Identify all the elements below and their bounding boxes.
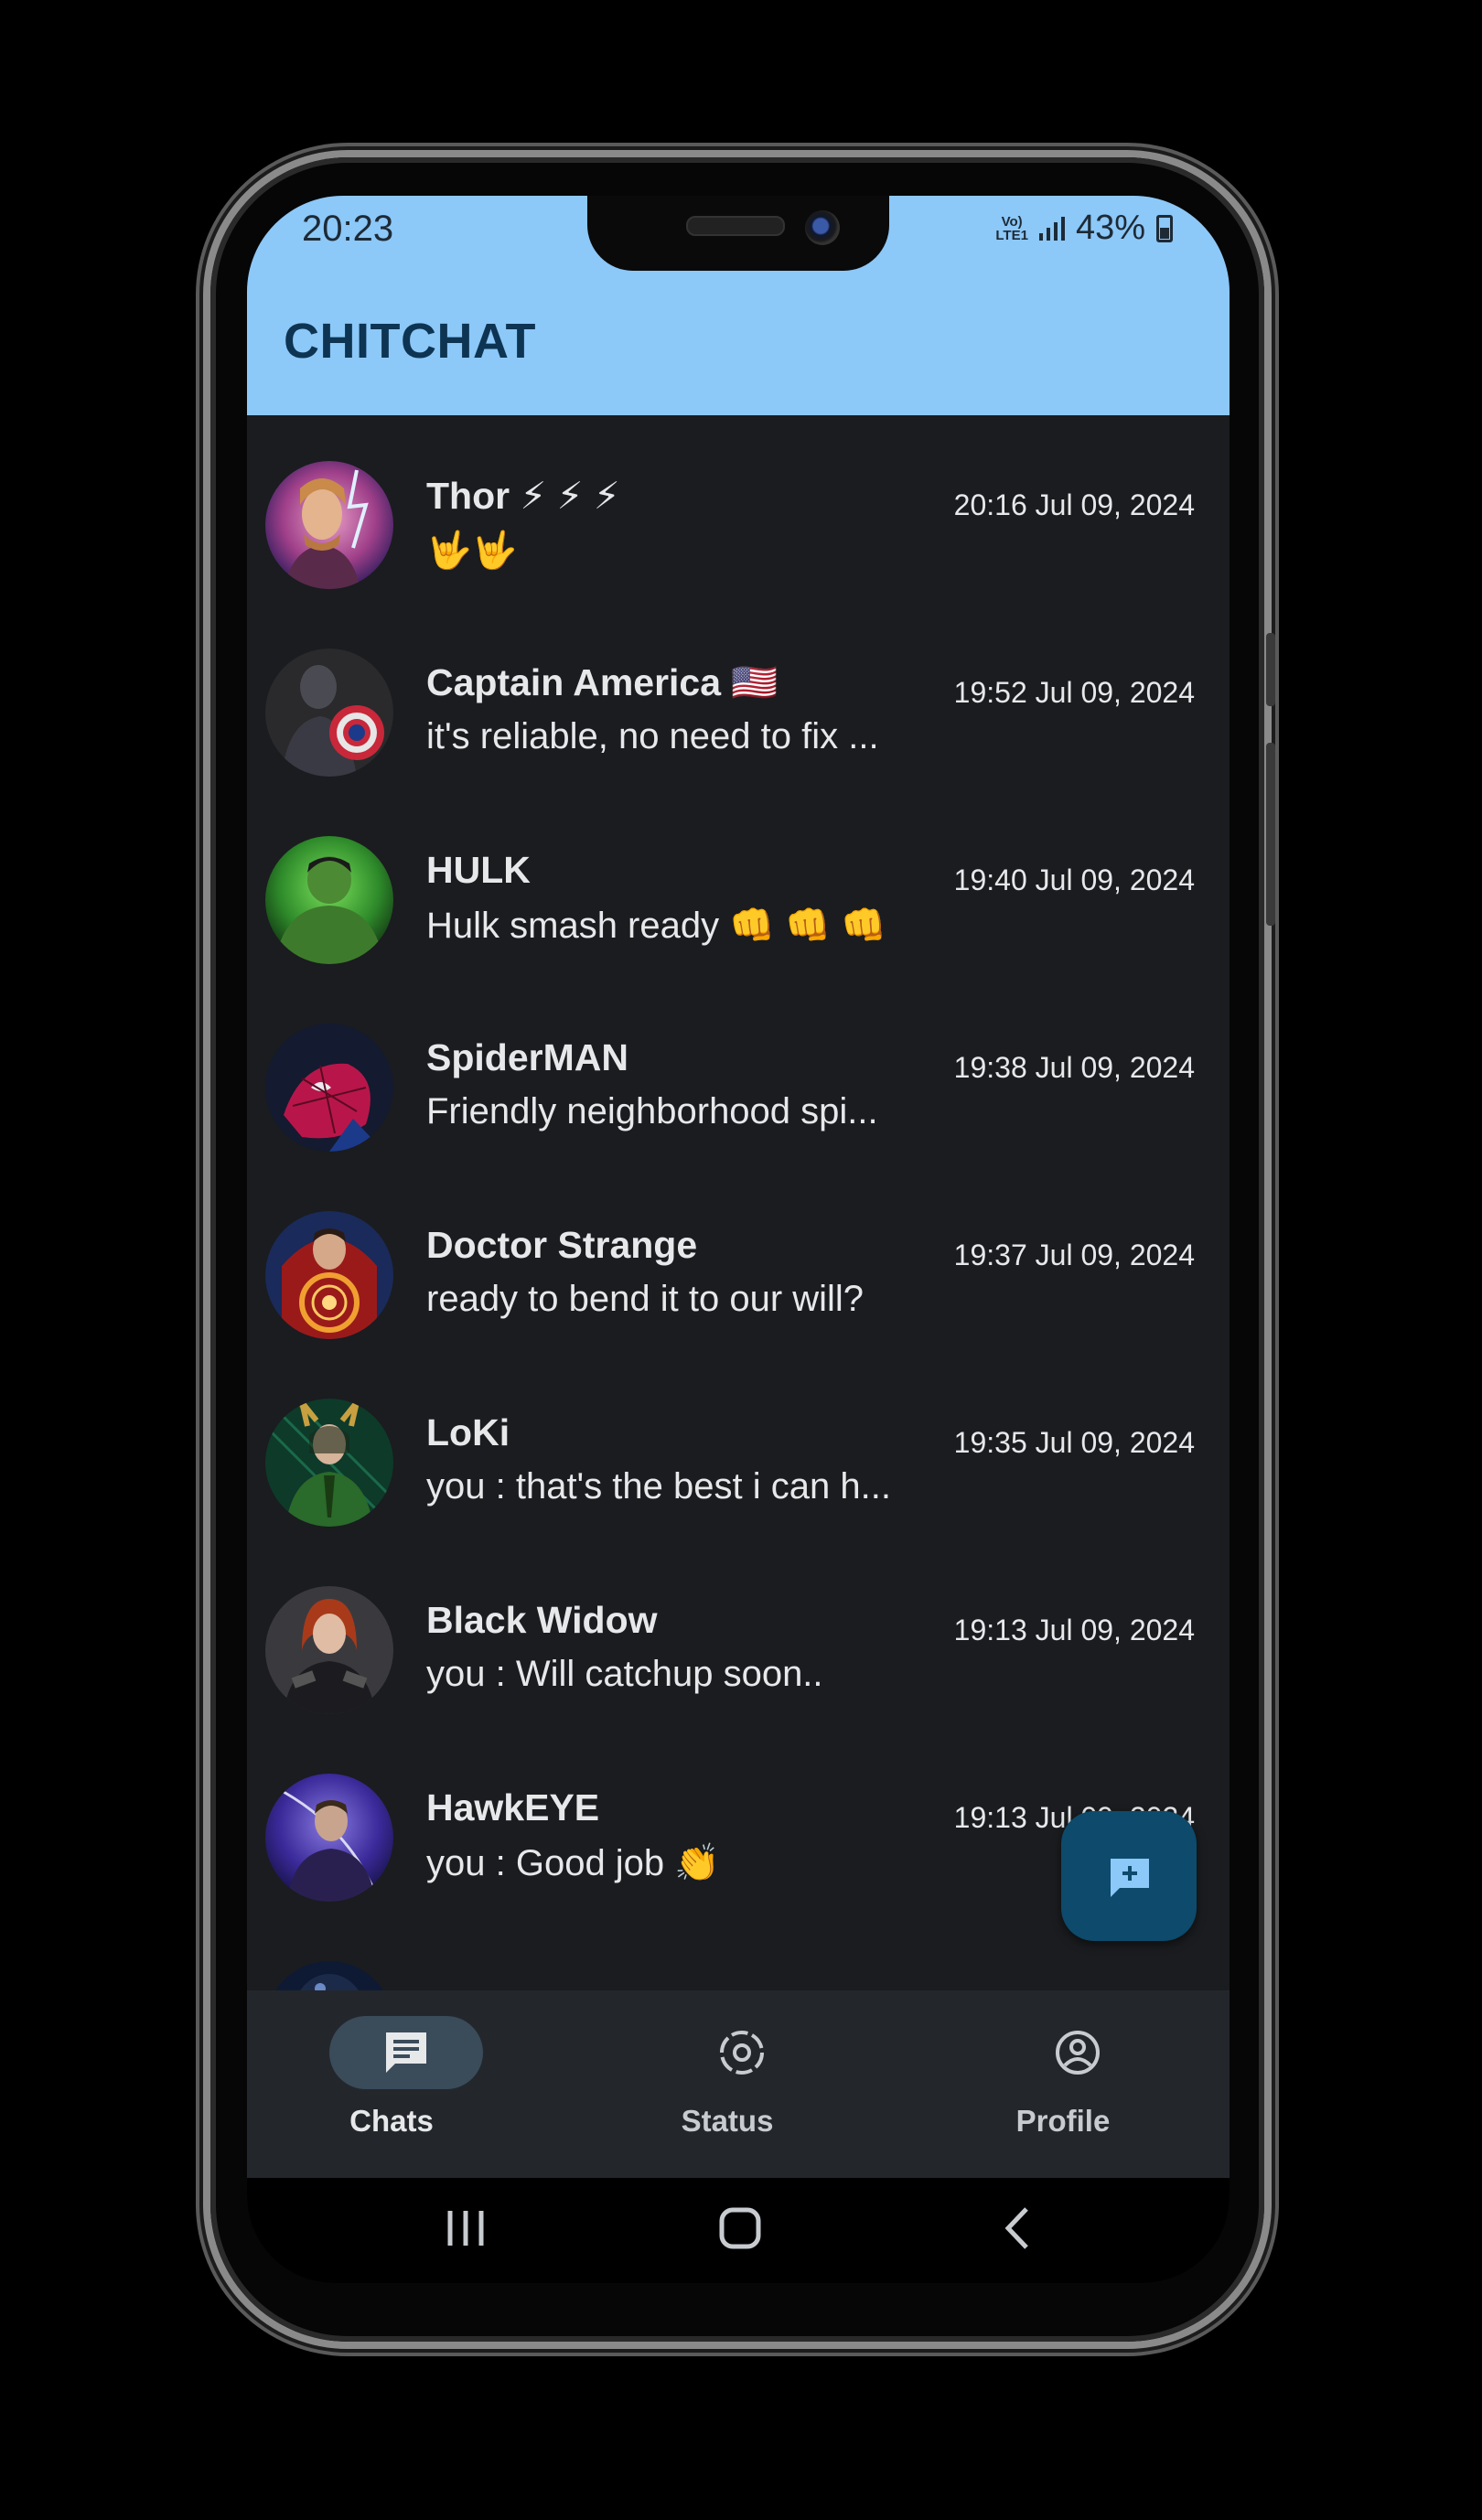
chat-name: Doctor Strange [426,1224,698,1266]
chat-timestamp: 19:35 Jul 09, 2024 [953,1426,1195,1459]
screen: 20:23 Vo) LTE1 43% CHITCHAT Thor ⚡ ⚡ ⚡ 🤟… [247,196,1230,2283]
battery-icon [1156,214,1173,242]
spiderman-avatar [265,1024,393,1152]
chat-last-message: Friendly neighborhood spi... [426,1091,878,1131]
chat-timestamp: 19:37 Jul 09, 2024 [953,1239,1195,1271]
chat-row-spiderman[interactable]: SpiderMAN Friendly neighborhood spi... 1… [247,978,1230,1165]
chat-last-message: you : that's the best i can h... [426,1466,891,1507]
chat-last-message: 🤟🤟 [426,531,518,571]
chat-name: SpiderMAN [426,1036,628,1078]
chat-icon [386,2032,426,2073]
recents-icon[interactable] [443,2205,489,2251]
chat-row-loki[interactable]: LoKi you : that's the best i can h... 19… [247,1353,1230,1540]
chat-name: HawkEYE [426,1786,600,1828]
chat-timestamp: 19:38 Jul 09, 2024 [953,1051,1195,1084]
status-time: 20:23 [302,209,394,249]
doctor-strange-avatar [265,1211,393,1339]
chat-timestamp: 19:40 Jul 09, 2024 [953,863,1195,896]
profile-icon [1056,2031,1100,2075]
chat-row-doctor-strange[interactable]: Doctor Strange ready to bend it to our w… [247,1165,1230,1353]
black-widow-avatar [265,1586,393,1714]
battery-percent: 43% [1075,209,1145,247]
chat-last-message: you : Will catchup soon.. [426,1654,823,1694]
speaker-grille [686,216,785,236]
front-camera [805,210,840,245]
nav-status-label: Status [681,2104,774,2138]
new-chat-button[interactable] [1061,1811,1197,1941]
chat-last-message: you : Good job 👏 [426,1843,721,1883]
back-icon[interactable] [995,2205,1041,2251]
nav-status[interactable]: Status [618,2016,837,2162]
phone-frame: 20:23 Vo) LTE1 43% CHITCHAT Thor ⚡ ⚡ ⚡ 🤟… [210,157,1275,2342]
chat-last-message: it's reliable, no need to fix ... [426,716,879,756]
status-icon [720,2031,764,2075]
nav-profile[interactable]: Profile [953,2016,1173,2162]
volte-indicator: Vo) LTE1 [995,213,1028,243]
phone-side-button [1266,633,1275,706]
next-contact-avatar [265,1961,393,1990]
chat-name: Captain America 🇺🇸 [426,661,779,703]
app-title: CHITCHAT [284,314,536,369]
camera-notch [587,196,889,271]
new-chat-icon [1111,1859,1149,1897]
hawkeye-avatar [265,1774,393,1902]
chat-row-hulk[interactable]: HULK Hulk smash ready 👊 👊 👊 19:40 Jul 09… [247,790,1230,978]
signal-icon [1038,216,1065,241]
chat-name: HULK [426,849,531,891]
chat-last-message: ready to bend it to our will? [426,1279,864,1319]
nav-chats-label: Chats [349,2104,434,2138]
chat-row-black-widow[interactable]: Black Widow you : Will catchup soon.. 19… [247,1540,1230,1728]
loki-avatar [265,1399,393,1527]
home-icon[interactable] [717,2205,763,2251]
chat-timestamp: 19:52 Jul 09, 2024 [953,676,1195,709]
chat-timestamp: 19:13 Jul 09, 2024 [953,1614,1195,1646]
nav-chats[interactable]: Chats [282,2016,501,2162]
hulk-avatar [265,836,393,964]
chat-row-thor[interactable]: Thor ⚡ ⚡ ⚡ 🤟🤟 20:16 Jul 09, 2024 [247,415,1230,603]
captain-america-avatar [265,649,393,777]
thor-avatar [265,461,393,589]
chat-timestamp: 20:16 Jul 09, 2024 [953,488,1195,521]
chat-name: Thor ⚡ ⚡ ⚡ [426,475,620,517]
chat-list[interactable]: Thor ⚡ ⚡ ⚡ 🤟🤟 20:16 Jul 09, 2024 Captain… [247,415,1230,1990]
app-bar: CHITCHAT [247,278,1230,415]
status-icons: Vo) LTE1 43% [995,209,1173,248]
chat-last-message: Hulk smash ready 👊 👊 👊 [426,906,886,946]
phone-volume-button [1266,743,1275,926]
system-navigation-bar [247,2178,1230,2283]
chat-name: Black Widow [426,1599,658,1641]
nav-profile-label: Profile [1015,2104,1111,2138]
chat-row-captain-america[interactable]: Captain America 🇺🇸 it's reliable, no nee… [247,603,1230,790]
chat-name: LoKi [426,1411,510,1453]
bottom-navigation: Chats Status Profile [247,1990,1230,2178]
